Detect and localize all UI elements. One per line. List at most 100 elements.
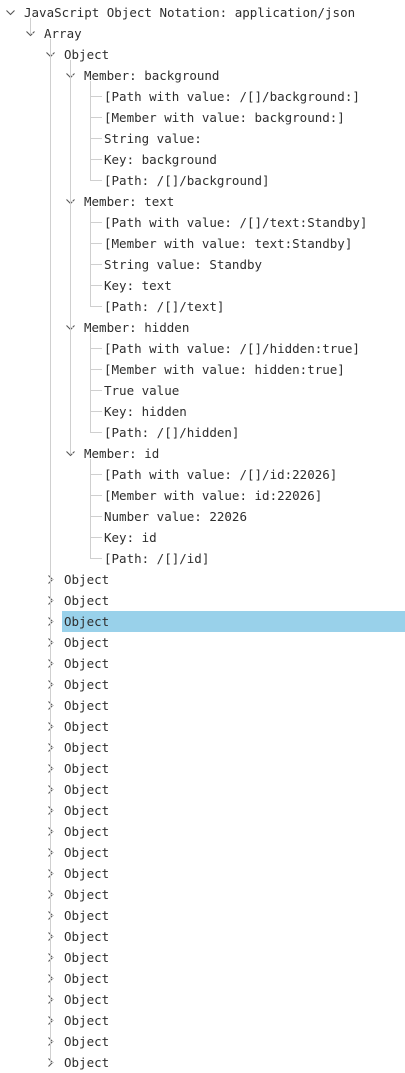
tree-guide-line — [70, 60, 71, 453]
tree-guide-line — [90, 411, 102, 412]
tree-leaf-field[interactable]: [Path with value: /[]/id:22026] — [0, 464, 405, 485]
tree-node-object-collapsed[interactable]: Object — [0, 674, 405, 695]
tree-node-object-collapsed[interactable]: Object — [0, 905, 405, 926]
tree-leaf-field[interactable]: Key: id — [0, 527, 405, 548]
tree-leaf-field[interactable]: Key: hidden — [0, 401, 405, 422]
tree-guide-line — [90, 81, 91, 180]
tree-root-json[interactable]: JavaScript Object Notation: application/… — [0, 2, 405, 23]
tree-node-object-collapsed[interactable]: Object — [0, 863, 405, 884]
tree-row-label: Object — [64, 929, 110, 944]
tree-node-object-collapsed[interactable]: Object — [0, 737, 405, 758]
tree-leaf-field[interactable]: True value — [0, 380, 405, 401]
tree-node-object-collapsed[interactable]: Object — [0, 716, 405, 737]
tree-node-object-collapsed[interactable]: Object — [0, 1010, 405, 1031]
tree-row-label: Key: text — [104, 278, 172, 293]
tree-guide-line — [90, 537, 102, 538]
tree-node-member[interactable]: Member: hidden — [0, 317, 405, 338]
tree-guide-line — [90, 117, 102, 118]
tree-leaf-field[interactable]: [Path: /[]/id] — [0, 548, 405, 569]
tree-leaf-field[interactable]: [Path: /[]/background] — [0, 170, 405, 191]
tree-node-object-collapsed[interactable]: Object — [0, 968, 405, 989]
tree-row-label: Object — [64, 635, 110, 650]
tree-node-object-collapsed[interactable]: Object — [0, 800, 405, 821]
tree-node-object-collapsed[interactable]: Object — [0, 611, 405, 632]
tree-leaf-field[interactable]: String value: — [0, 128, 405, 149]
tree-guide-line — [90, 390, 102, 391]
tree-node-object-collapsed[interactable]: Object — [0, 1052, 405, 1073]
tree-row-label: Object — [64, 1034, 110, 1049]
tree-guide-line — [90, 474, 102, 475]
tree-node-array[interactable]: Array — [0, 23, 405, 44]
tree-row-label: JavaScript Object Notation: application/… — [24, 5, 356, 20]
tree-leaf-field[interactable]: [Path with value: /[]/background:] — [0, 86, 405, 107]
tree-node-member[interactable]: Member: text — [0, 191, 405, 212]
tree-guide-line — [90, 264, 102, 265]
tree-leaf-field[interactable]: String value: Standby — [0, 254, 405, 275]
tree-leaf-field[interactable]: Key: background — [0, 149, 405, 170]
tree-row-label: [Member with value: background:] — [104, 110, 345, 125]
tree-leaf-field[interactable]: [Member with value: hidden:true] — [0, 359, 405, 380]
chevron-down-icon[interactable] — [6, 8, 15, 17]
tree-node-member[interactable]: Member: id — [0, 443, 405, 464]
tree-leaf-field[interactable]: [Path with value: /[]/text:Standby] — [0, 212, 405, 233]
tree-guide-line — [90, 369, 102, 370]
tree-node-object-collapsed[interactable]: Object — [0, 569, 405, 590]
tree-leaf-field[interactable]: [Member with value: background:] — [0, 107, 405, 128]
tree-leaf-field[interactable]: Number value: 22026 — [0, 506, 405, 527]
tree-node-object-collapsed[interactable]: Object — [0, 842, 405, 863]
tree-row-label: Object — [64, 1013, 110, 1028]
tree-guide-line — [30, 18, 31, 33]
tree-row-label: Object — [64, 887, 110, 902]
tree-node-object[interactable]: Object — [0, 44, 405, 65]
tree-guide-line — [90, 432, 102, 433]
tree-node-object-collapsed[interactable]: Object — [0, 758, 405, 779]
tree-node-object-collapsed[interactable]: Object — [0, 989, 405, 1010]
tree-row-label: Key: hidden — [104, 404, 187, 419]
tree-row-label: Object — [64, 593, 110, 608]
tree-row-label: Object — [62, 611, 405, 632]
tree-leaf-field[interactable]: [Path with value: /[]/hidden:true] — [0, 338, 405, 359]
tree-node-object-collapsed[interactable]: Object — [0, 632, 405, 653]
tree-guide-line — [90, 333, 91, 432]
tree-guide-line — [30, 33, 34, 34]
tree-leaf-field[interactable]: [Member with value: id:22026] — [0, 485, 405, 506]
tree-row-label: Number value: 22026 — [104, 509, 247, 524]
tree-guide-line — [90, 180, 102, 181]
tree-leaf-field[interactable]: [Member with value: text:Standby] — [0, 233, 405, 254]
tree-guide-line — [90, 558, 102, 559]
tree-guide-line — [90, 306, 102, 307]
tree-leaf-field[interactable]: [Path: /[]/text] — [0, 296, 405, 317]
tree-guide-line — [50, 39, 51, 1062]
tree-node-object-collapsed[interactable]: Object — [0, 884, 405, 905]
tree-guide-line — [90, 159, 102, 160]
tree-row-label: Object — [64, 866, 110, 881]
tree-row-label: Key: id — [104, 530, 157, 545]
tree-node-object-collapsed[interactable]: Object — [0, 926, 405, 947]
tree-guide-line — [90, 138, 102, 139]
tree-row-label: [Member with value: id:22026] — [104, 488, 323, 503]
tree-node-object-collapsed[interactable]: Object — [0, 653, 405, 674]
tree-row-label: String value: Standby — [104, 257, 263, 272]
tree-node-object-collapsed[interactable]: Object — [0, 779, 405, 800]
tree-node-object-collapsed[interactable]: Object — [0, 695, 405, 716]
tree-row-label: Object — [64, 698, 110, 713]
tree-leaf-field[interactable]: Key: text — [0, 275, 405, 296]
tree-row-label: String value: — [104, 131, 202, 146]
tree-node-object-collapsed[interactable]: Object — [0, 821, 405, 842]
tree-node-object-collapsed[interactable]: Object — [0, 947, 405, 968]
tree-row-label: [Member with value: hidden:true] — [104, 362, 345, 377]
tree-node-object-collapsed[interactable]: Object — [0, 1031, 405, 1052]
tree-guide-line — [90, 348, 102, 349]
tree-row-label: [Path with value: /[]/text:Standby] — [104, 215, 368, 230]
tree-row-label: Object — [64, 1055, 110, 1070]
tree-row-label: Object — [64, 950, 110, 965]
tree-guide-line — [70, 453, 74, 454]
tree-row-label: Object — [64, 656, 110, 671]
tree-row-label: [Path: /[]/text] — [104, 299, 225, 314]
tree-node-object-collapsed[interactable]: Object — [0, 590, 405, 611]
tree-node-member[interactable]: Member: background — [0, 65, 405, 86]
tree-guide-line — [90, 207, 91, 306]
tree-leaf-field[interactable]: [Path: /[]/hidden] — [0, 422, 405, 443]
packet-details-tree: JavaScript Object Notation: application/… — [0, 0, 405, 1073]
tree-row-label: Object — [64, 782, 110, 797]
